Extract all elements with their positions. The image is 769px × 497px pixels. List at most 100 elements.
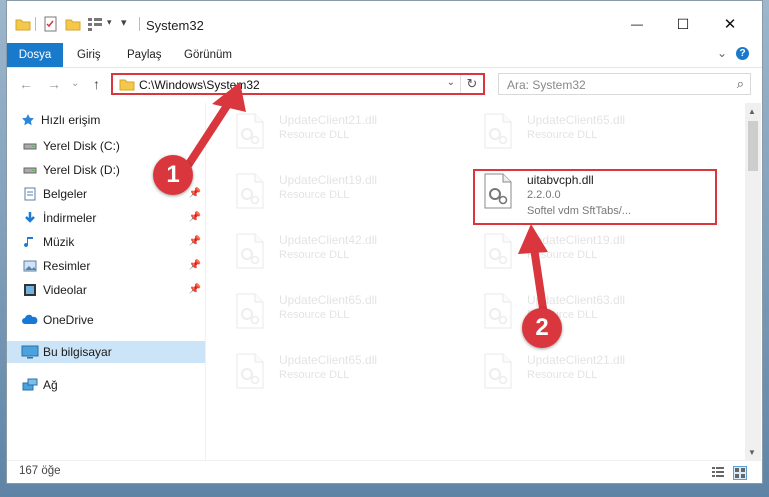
tab-share[interactable]: Paylaş xyxy=(127,43,162,67)
pin-icon[interactable]: 📌 xyxy=(189,207,201,229)
tab-share-label: Paylaş xyxy=(127,49,162,61)
pin-icon[interactable]: 📌 xyxy=(189,183,201,205)
dll-file-icon xyxy=(236,173,264,209)
nav-network[interactable]: Ağ xyxy=(7,374,205,396)
drive-icon xyxy=(23,143,37,150)
file-name: UpdateClient42.dll xyxy=(279,233,378,247)
file-type: Resource DLL xyxy=(279,189,350,201)
file-type: Resource DLL xyxy=(527,129,598,141)
file-name: UpdateClient21.dll xyxy=(279,113,378,127)
tab-view[interactable]: Görünüm xyxy=(184,43,232,67)
title-bar: ▾ ▾ System32 — ☐ ✕ xyxy=(7,1,762,39)
dll-file-icon xyxy=(236,293,264,329)
dll-file-icon xyxy=(484,293,512,329)
recent-locations-button[interactable]: ⌄ xyxy=(71,78,79,89)
customize-toolbar-icon[interactable] xyxy=(87,16,105,32)
toolbar-dropdown-icon[interactable]: ▾ xyxy=(107,17,112,28)
pictures-icon xyxy=(23,260,37,272)
maximize-icon: ☐ xyxy=(676,15,690,32)
annotation-badge-1: 1 xyxy=(153,155,193,195)
nav-item-5[interactable]: Resimler 📌 xyxy=(7,255,205,277)
ribbon-expand-icon[interactable]: ⌄ xyxy=(717,46,727,60)
search-icon: ⌕ xyxy=(736,76,744,91)
file-name: UpdateClient63.dll xyxy=(527,293,626,307)
nav-onedrive-label: OneDrive xyxy=(43,313,94,327)
up-button[interactable]: ↑ xyxy=(93,76,100,92)
search-input[interactable]: Ara: System32 ⌕ xyxy=(498,73,751,95)
nav-item-0[interactable]: Yerel Disk (C:) xyxy=(7,135,205,157)
annotation-badge-2: 2 xyxy=(522,308,562,348)
file-type: Resource DLL xyxy=(279,369,350,381)
file-type: Resource DLL xyxy=(279,249,350,261)
file-tile[interactable]: UpdateClient65.dll Resource DLL xyxy=(235,351,435,391)
new-folder-icon[interactable] xyxy=(65,16,81,32)
maximize-button[interactable]: ☐ xyxy=(663,13,703,35)
item-count: 167 öğe xyxy=(19,465,61,477)
file-tile[interactable]: UpdateClient19.dll Resource DLL xyxy=(483,231,703,271)
scroll-down-icon[interactable]: ▼ xyxy=(748,448,756,457)
computer-icon xyxy=(21,345,39,359)
file-type: Resource DLL xyxy=(279,129,350,141)
music-icon xyxy=(24,237,33,248)
close-icon: ✕ xyxy=(723,16,737,33)
downloads-icon xyxy=(25,212,35,223)
file-name: UpdateClient65.dll xyxy=(527,113,626,127)
pin-icon[interactable]: 📌 xyxy=(189,231,201,253)
file-type: Resource DLL xyxy=(527,249,598,261)
toolbar-menu-icon[interactable]: ▾ xyxy=(121,16,127,29)
file-name: UpdateClient65.dll xyxy=(279,293,378,307)
dll-file-icon xyxy=(484,113,512,149)
help-icon[interactable]: ? xyxy=(736,47,749,60)
address-field[interactable]: C:\Windows\System32 ⌄ ↻ xyxy=(111,73,485,95)
tab-home-label: Giriş xyxy=(77,49,101,61)
tab-view-label: Görünüm xyxy=(184,49,232,61)
nav-quick-access[interactable]: Hızlı erişim xyxy=(7,109,205,131)
close-button[interactable]: ✕ xyxy=(710,13,750,35)
scroll-up-icon[interactable]: ▲ xyxy=(748,107,756,116)
file-type: Resource DLL xyxy=(527,369,598,381)
file-tile[interactable]: UpdateClient65.dll Resource DLL xyxy=(483,111,703,151)
file-tile[interactable]: UpdateClient42.dll Resource DLL xyxy=(235,231,435,271)
explorer-window: ▾ ▾ System32 — ☐ ✕ Dosya Giriş Paylaş Gö… xyxy=(6,0,763,484)
file-tile[interactable]: UpdateClient63.dll Resource DLL xyxy=(483,291,703,331)
window-title: System32 xyxy=(146,18,204,33)
pin-icon[interactable]: 📌 xyxy=(189,255,201,277)
tab-home[interactable]: Giriş xyxy=(77,43,101,67)
cloud-icon xyxy=(22,314,38,324)
properties-icon[interactable] xyxy=(43,16,59,32)
vertical-scrollbar[interactable]: ▲ ▼ xyxy=(745,103,761,461)
minimize-button[interactable]: — xyxy=(617,13,657,35)
refresh-icon[interactable]: ↻ xyxy=(460,75,483,93)
tab-file[interactable]: Dosya xyxy=(7,43,63,67)
nav-this-pc[interactable]: Bu bilgisayar xyxy=(7,341,205,363)
file-tile[interactable]: UpdateClient21.dll Resource DLL xyxy=(483,351,703,391)
dll-file-icon xyxy=(236,233,264,269)
nav-item-3[interactable]: İndirmeler 📌 xyxy=(7,207,205,229)
address-dropdown-icon[interactable]: ⌄ xyxy=(447,77,455,88)
nav-item-label: Yerel Disk (D:) xyxy=(43,163,120,177)
nav-onedrive[interactable]: OneDrive xyxy=(7,309,205,331)
pin-icon[interactable]: 📌 xyxy=(189,279,201,301)
nav-quick-access-label: Hızlı erişim xyxy=(41,113,101,127)
star-icon xyxy=(22,114,34,126)
nav-network-label: Ağ xyxy=(43,378,58,392)
file-type: Resource DLL xyxy=(279,309,350,321)
file-tile[interactable]: UpdateClient19.dll Resource DLL xyxy=(235,171,435,211)
file-tile[interactable]: UpdateClient65.dll Resource DLL xyxy=(235,291,435,331)
tiles-view-icon[interactable] xyxy=(733,466,747,480)
file-list: UpdateClient21.dll Resource DLL UpdateClie… xyxy=(207,103,738,461)
nav-item-4[interactable]: Müzik 📌 xyxy=(7,231,205,253)
file-tile[interactable]: UpdateClient21.dll Resource DLL xyxy=(235,111,435,151)
dll-file-icon xyxy=(484,353,512,389)
drive-icon xyxy=(23,167,37,174)
back-button[interactable]: ← xyxy=(19,76,33,92)
highlight-box-file xyxy=(473,169,717,225)
nav-item-label: Videolar xyxy=(43,283,87,297)
documents-icon xyxy=(24,187,36,201)
nav-item-6[interactable]: Videolar 📌 xyxy=(7,279,205,301)
folder-icon xyxy=(15,19,31,31)
address-bar-row: ← → ⌄ ↑ C:\Windows\System32 ⌄ ↻ Ara: Sys… xyxy=(7,69,762,101)
details-view-icon[interactable] xyxy=(712,466,724,478)
forward-button[interactable]: → xyxy=(47,76,61,92)
scroll-thumb[interactable] xyxy=(748,121,758,171)
